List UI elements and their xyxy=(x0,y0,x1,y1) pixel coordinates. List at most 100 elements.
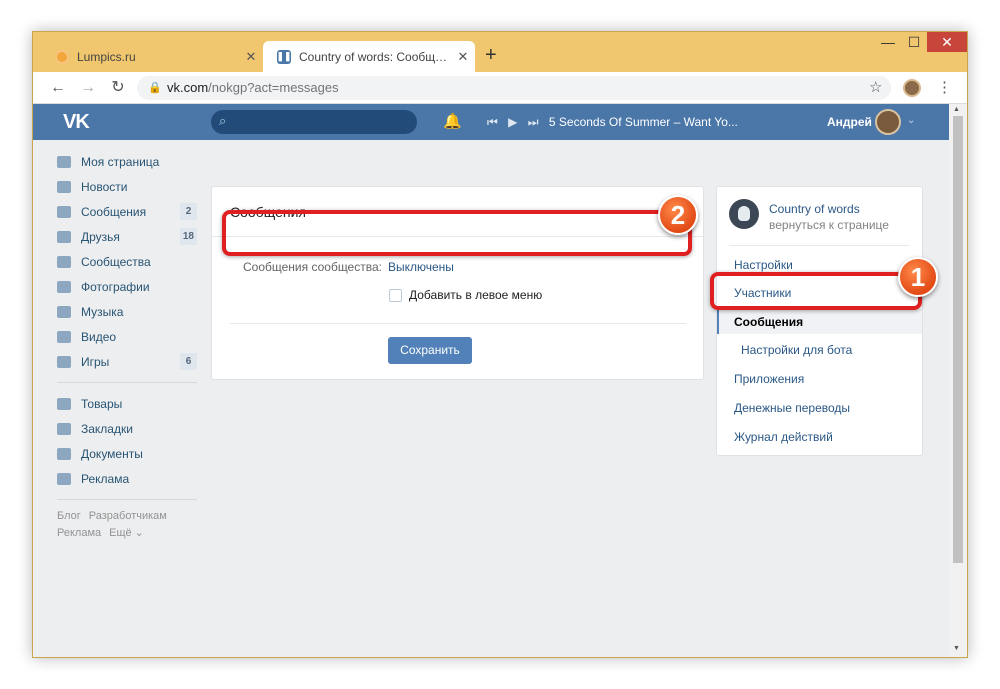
add-to-left-menu-checkbox[interactable]: Добавить в левое меню xyxy=(389,288,542,302)
vk-logo[interactable]: VK xyxy=(63,111,90,134)
new-tab-button[interactable]: + xyxy=(485,45,497,65)
music-icon xyxy=(57,305,71,318)
group-name-link[interactable]: Country of words xyxy=(769,202,860,216)
footer-link-more[interactable]: Ещё ⌄ xyxy=(109,527,144,539)
sidebar-item-label: Новости xyxy=(81,179,128,194)
previous-track-icon[interactable]: ⏮ xyxy=(487,115,498,129)
tab-country-of-words[interactable]: ❚❚ Country of words: Сообщения ✕ xyxy=(263,41,475,72)
sidebar-item-label: Сообщения xyxy=(81,204,147,219)
bookmark-star-icon[interactable]: ☆ xyxy=(869,78,882,98)
sidebar-item-label: Закладки xyxy=(81,421,133,436)
document-icon xyxy=(57,447,71,460)
sidebar-item-label: Музыка xyxy=(81,304,124,319)
tab-lumpics[interactable]: Lumpics.ru ✕ xyxy=(41,41,263,72)
save-button[interactable]: Сохранить xyxy=(388,337,472,364)
maximize-button[interactable]: ☐ xyxy=(901,32,927,52)
sidebar-divider xyxy=(57,382,197,383)
vk-favicon-icon: ❚❚ xyxy=(276,49,292,64)
sidebar-item-label: Фотографии xyxy=(81,279,150,294)
sidebar-item-games[interactable]: Игры 6 xyxy=(55,349,197,374)
audio-player[interactable]: ⏮ ▶ ⏭ 5 Seconds Of Summer – Want Yo... xyxy=(487,115,738,130)
scrollbar-thumb[interactable] xyxy=(953,116,963,563)
tab-title: Lumpics.ru xyxy=(77,49,136,64)
tab-close-icon[interactable]: ✕ xyxy=(239,49,263,65)
community-messages-dropdown[interactable]: Выключены xyxy=(388,260,454,274)
sidebar-item-goods[interactable]: Товары xyxy=(55,391,197,416)
sidebar-item-label: Видео xyxy=(81,329,117,344)
community-management-menu: Country of words вернуться к странице На… xyxy=(716,186,923,456)
step-badge-2: 2 xyxy=(658,195,698,235)
sidebar-item-music[interactable]: Музыка xyxy=(55,299,197,324)
sidebar-divider xyxy=(57,499,197,500)
menu-item-action-log[interactable]: Журнал действий xyxy=(734,430,833,444)
sidebar-item-my-page[interactable]: Моя страница xyxy=(55,149,197,174)
sidebar-item-news[interactable]: Новости xyxy=(55,174,197,199)
chevron-down-icon[interactable]: ⌄ xyxy=(907,115,915,126)
sidebar-item-label: Реклама xyxy=(81,471,130,486)
sidebar-item-ads[interactable]: Реклама xyxy=(55,466,197,491)
browser-window: Lumpics.ru ✕ ❚❚ Country of words: Сообще… xyxy=(32,31,968,658)
close-window-button[interactable]: ✕ xyxy=(927,32,967,52)
minimize-button[interactable]: — xyxy=(875,32,901,52)
search-icon: ⌕ xyxy=(219,113,227,128)
sidebar-item-video[interactable]: Видео xyxy=(55,324,197,349)
bag-icon xyxy=(57,397,71,410)
user-name[interactable]: Андрей xyxy=(827,115,872,129)
user-icon xyxy=(57,230,71,243)
home-icon xyxy=(57,155,71,168)
search-input[interactable]: ⌕ xyxy=(211,110,417,134)
url-path: /nokgp?act=messages xyxy=(208,80,339,95)
left-sidebar: Моя страница Новости Сообщения 2 Друзья 18… xyxy=(55,149,197,542)
browser-menu-icon[interactable]: ⋮ xyxy=(937,78,952,98)
menu-item-bot-settings[interactable]: Настройки для бота xyxy=(741,343,852,357)
menu-item-settings[interactable]: Настройки xyxy=(734,258,793,272)
checkbox-label: Добавить в левое меню xyxy=(409,288,543,302)
menu-item-money-transfers[interactable]: Денежные переводы xyxy=(734,401,850,415)
back-arrow-icon[interactable]: ← xyxy=(47,78,69,98)
address-bar[interactable]: 🔒 vk.com/nokgp?act=messages xyxy=(137,76,891,100)
news-icon xyxy=(57,180,71,193)
divider xyxy=(729,245,909,246)
star-icon xyxy=(57,422,71,435)
sidebar-item-label: Сообщества xyxy=(81,254,151,269)
sidebar-item-communities[interactable]: Сообщества xyxy=(55,249,197,274)
group-icon xyxy=(57,255,71,268)
next-track-icon[interactable]: ⏭ xyxy=(528,115,539,129)
highlight-box-step2 xyxy=(222,210,692,256)
user-avatar[interactable] xyxy=(875,109,901,135)
checkbox-box[interactable] xyxy=(389,288,402,302)
menu-item-apps[interactable]: Приложения xyxy=(734,372,804,386)
lumpics-favicon-icon xyxy=(55,49,69,64)
sidebar-item-bookmarks[interactable]: Закладки xyxy=(55,416,197,441)
sidebar-item-label: Моя страница xyxy=(81,154,160,169)
bell-icon[interactable]: 🔔 xyxy=(443,112,462,130)
back-to-page-link[interactable]: вернуться к странице xyxy=(769,218,889,232)
menu-item-messages[interactable]: Сообщения xyxy=(734,315,803,329)
track-title[interactable]: 5 Seconds Of Summer – Want Yo... xyxy=(549,115,738,129)
count-badge: 18 xyxy=(179,228,197,245)
sidebar-item-label: Игры xyxy=(81,354,110,369)
footer-link-blog[interactable]: Блог xyxy=(57,510,81,522)
footer-link-ads[interactable]: Реклама xyxy=(57,527,101,539)
reload-icon[interactable]: ↻ xyxy=(107,78,129,98)
lock-icon: 🔒 xyxy=(148,82,162,94)
sidebar-item-friends[interactable]: Друзья 18 xyxy=(55,224,197,249)
sidebar-item-documents[interactable]: Документы xyxy=(55,441,197,466)
sidebar-item-messages[interactable]: Сообщения 2 xyxy=(55,199,197,224)
footer-link-developers[interactable]: Разработчикам xyxy=(89,510,167,522)
title-bar: Lumpics.ru ✕ ❚❚ Country of words: Сообще… xyxy=(33,32,967,72)
scroll-down-arrow-icon[interactable]: ▼ xyxy=(953,645,960,652)
count-badge: 6 xyxy=(180,353,197,370)
profile-avatar[interactable] xyxy=(903,79,921,97)
group-avatar[interactable] xyxy=(729,199,759,229)
sidebar-item-label: Друзья xyxy=(81,229,120,244)
forward-arrow-icon[interactable]: → xyxy=(77,78,99,98)
tab-close-icon[interactable]: ✕ xyxy=(451,49,475,65)
sidebar-item-photos[interactable]: Фотографии xyxy=(55,274,197,299)
highlight-box-step1 xyxy=(710,272,922,310)
scroll-up-arrow-icon[interactable]: ▲ xyxy=(953,106,960,113)
play-icon[interactable]: ▶ xyxy=(508,115,517,129)
vertical-scrollbar[interactable]: ▲ ▼ xyxy=(949,104,967,657)
count-badge: 2 xyxy=(180,203,197,220)
megaphone-icon xyxy=(57,472,71,485)
